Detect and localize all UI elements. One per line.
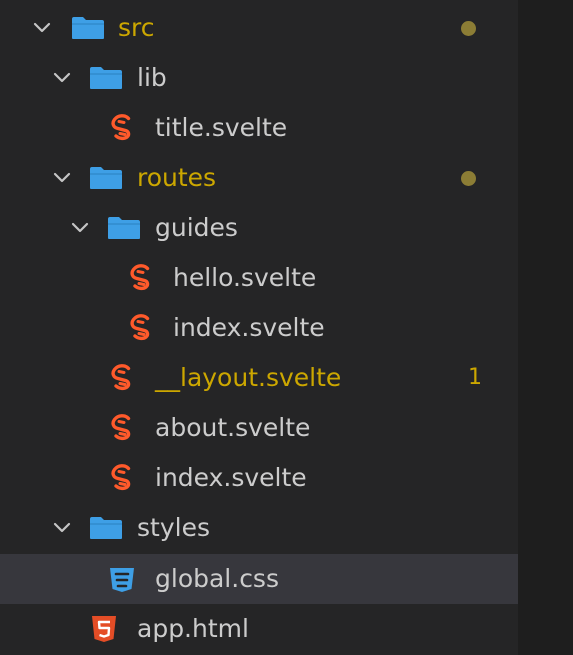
tree-item-lib[interactable]: lib (0, 53, 518, 103)
svelte-icon (108, 463, 136, 493)
folder-icon (89, 516, 123, 540)
tree-item-label: index.svelte (173, 313, 325, 342)
chevron-down-icon[interactable] (52, 68, 72, 88)
tree-item-label: guides (155, 213, 238, 242)
tree-item-styles[interactable]: styles (0, 503, 518, 553)
folder-icon (89, 166, 123, 190)
tree-item-guides[interactable]: guides (0, 203, 518, 253)
folder-icon (107, 216, 141, 240)
file-explorer: src lib title.svelte routes guides hello… (0, 0, 518, 655)
modified-dot (461, 21, 476, 36)
tree-item-label: lib (137, 63, 167, 92)
tree-item-about-svelte[interactable]: about.svelte (0, 403, 518, 453)
tree-item-app-html[interactable]: app.html (0, 604, 518, 654)
tree-item-routes[interactable]: routes (0, 153, 518, 203)
tree-item-label: __layout.svelte (155, 363, 342, 392)
tree-item-label: title.svelte (155, 113, 288, 142)
chevron-down-icon[interactable] (32, 18, 52, 38)
tree-item-src[interactable]: src (0, 3, 518, 53)
chevron-down-icon[interactable] (52, 518, 72, 538)
svelte-icon (108, 413, 136, 443)
svelte-icon (108, 363, 136, 393)
html5-icon (90, 614, 118, 644)
css-icon (108, 564, 136, 594)
tree-item-label: global.css (155, 564, 279, 593)
tree-item-guides-index-svelte[interactable]: index.svelte (0, 303, 518, 353)
svelte-icon (108, 113, 136, 143)
tree-item-label: about.svelte (155, 413, 311, 442)
tree-item-hello-svelte[interactable]: hello.svelte (0, 253, 518, 303)
svelte-icon (127, 313, 155, 343)
tree-item-label: index.svelte (155, 463, 307, 492)
chevron-down-icon[interactable] (70, 218, 90, 238)
chevron-down-icon[interactable] (52, 168, 72, 188)
tree-item-layout-svelte[interactable]: __layout.svelte 1 (0, 353, 518, 403)
folder-icon (71, 16, 105, 40)
problem-count-badge: 1 (468, 365, 482, 390)
tree-item-title-svelte[interactable]: title.svelte (0, 103, 518, 153)
folder-icon (89, 66, 123, 90)
tree-item-global-css[interactable]: global.css (0, 554, 518, 604)
modified-dot (461, 171, 476, 186)
tree-item-label: app.html (137, 614, 249, 643)
tree-item-routes-index-svelte[interactable]: index.svelte (0, 453, 518, 503)
tree-item-label: hello.svelte (173, 263, 317, 292)
editor-gutter (518, 0, 573, 655)
tree-item-label: src (118, 13, 155, 42)
tree-item-label: styles (137, 513, 210, 542)
tree-item-label: routes (137, 163, 217, 192)
svelte-icon (127, 263, 155, 293)
